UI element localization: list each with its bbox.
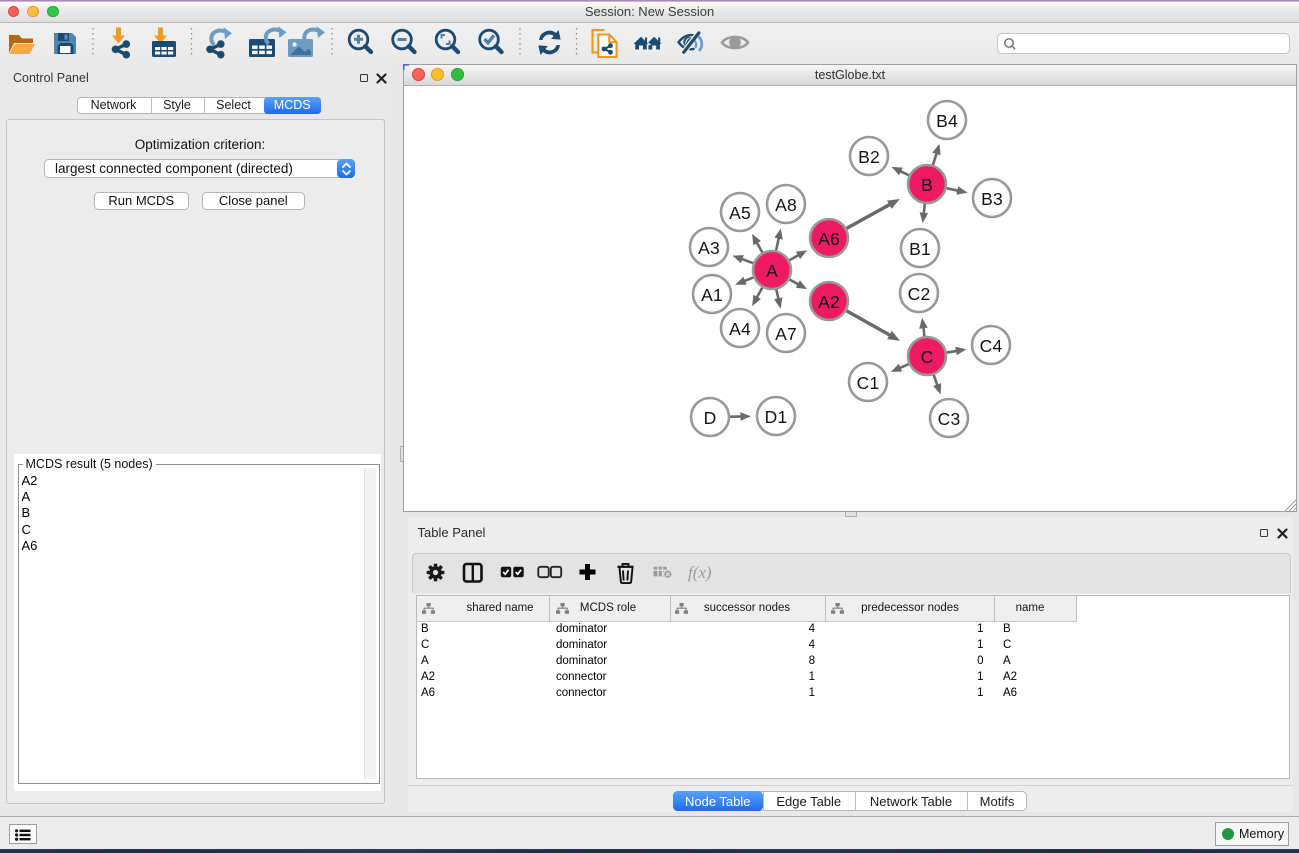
svg-text:A5: A5 bbox=[729, 203, 751, 223]
svg-text:A1: A1 bbox=[701, 285, 723, 305]
svg-text:D1: D1 bbox=[765, 407, 788, 427]
svg-text:A4: A4 bbox=[729, 319, 751, 339]
svg-text:A6: A6 bbox=[818, 229, 840, 249]
svg-text:C: C bbox=[921, 347, 934, 367]
svg-text:A7: A7 bbox=[775, 324, 797, 344]
svg-text:A8: A8 bbox=[775, 195, 797, 215]
svg-text:B3: B3 bbox=[981, 189, 1003, 209]
svg-text:C2: C2 bbox=[908, 284, 931, 304]
svg-text:C1: C1 bbox=[857, 373, 880, 393]
svg-text:B: B bbox=[921, 175, 933, 195]
svg-text:A3: A3 bbox=[698, 238, 720, 258]
svg-text:f(x): f(x) bbox=[688, 563, 712, 582]
svg-text:B2: B2 bbox=[858, 147, 880, 167]
svg-text:D: D bbox=[704, 408, 717, 428]
svg-text:A: A bbox=[766, 261, 778, 281]
svg-text:C3: C3 bbox=[938, 409, 961, 429]
svg-text:B4: B4 bbox=[936, 111, 958, 131]
svg-text:A2: A2 bbox=[818, 292, 840, 312]
svg-text:C4: C4 bbox=[980, 336, 1003, 356]
svg-text:B1: B1 bbox=[909, 239, 931, 259]
